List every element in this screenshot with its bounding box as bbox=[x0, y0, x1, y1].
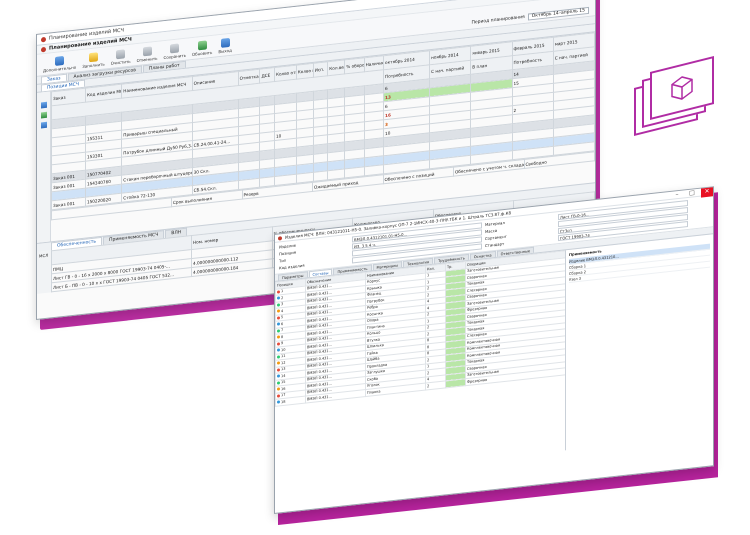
tree-cell-text: 18 bbox=[281, 399, 286, 404]
tree-cell-text: 6 bbox=[281, 321, 284, 326]
tree-cell-text: 9 bbox=[281, 341, 284, 346]
cube-icon bbox=[671, 76, 693, 100]
node-status-icon bbox=[277, 303, 280, 307]
maximize-icon[interactable]: □ bbox=[686, 187, 698, 198]
tree-cell-text: 16 bbox=[281, 386, 286, 391]
cross-icon bbox=[142, 46, 152, 57]
node-status-icon bbox=[277, 394, 280, 398]
tree-cell-text: 8 bbox=[281, 334, 284, 339]
minimize-icon[interactable]: – bbox=[671, 189, 683, 200]
tree-cell-text: 10 bbox=[281, 347, 286, 352]
app-icon bbox=[41, 36, 46, 42]
form-icon bbox=[41, 46, 46, 52]
toolbar-button-save[interactable]: Сохранить bbox=[164, 43, 186, 60]
refresh-icon bbox=[197, 40, 207, 51]
tree-cell-text: 3 bbox=[281, 302, 284, 307]
cube-logo-decoration bbox=[612, 56, 722, 152]
floppy-icon bbox=[170, 43, 180, 54]
node-status-icon bbox=[277, 361, 280, 365]
tree-cell-text: 17 bbox=[281, 393, 286, 398]
grid-side-toolbar bbox=[37, 91, 51, 243]
node-status-icon bbox=[277, 335, 280, 339]
lower-left-label: МСЛ bbox=[37, 250, 51, 294]
check-icon[interactable] bbox=[40, 111, 47, 119]
node-status-icon bbox=[277, 348, 280, 352]
toolbar-button-fill[interactable]: Заполнить bbox=[82, 52, 105, 69]
tree-cell-text: 1 bbox=[281, 289, 284, 294]
node-status-icon bbox=[277, 374, 280, 378]
tree-cell-text: 13 bbox=[281, 367, 286, 372]
toolbar-button-clear[interactable]: Очистить bbox=[111, 49, 131, 66]
tree-cell-text: 15 bbox=[281, 380, 286, 385]
node-status-icon bbox=[277, 329, 280, 333]
node-status-icon bbox=[277, 309, 280, 313]
toolbar-button-exit[interactable]: Выход bbox=[218, 37, 232, 54]
tree-cell-text: 7 bbox=[281, 328, 284, 333]
tree-cell-text: 12 bbox=[281, 360, 286, 365]
applicability-list: Изделие ВМЭЛ.0.431210... Сборка 1 Сборка 2… bbox=[569, 243, 710, 283]
toolbar-button-refresh[interactable]: Обновить bbox=[192, 40, 212, 57]
node-status-icon bbox=[277, 316, 280, 320]
filter-icon[interactable] bbox=[40, 121, 47, 129]
structure-tree: Позиция Обозначение Наименование Кол. Тр… bbox=[275, 250, 566, 482]
node-status-icon bbox=[277, 322, 280, 326]
node-status-icon bbox=[277, 342, 280, 346]
node-status-icon bbox=[277, 355, 280, 359]
toolbar-button-more[interactable]: Дополнительно bbox=[43, 55, 76, 73]
app-icon bbox=[278, 235, 282, 241]
lightning-icon bbox=[88, 52, 98, 63]
item-window: Изделия МСЧ: ВЛН: 043121011-Н5-0. Заливк… bbox=[274, 186, 714, 515]
wrench-icon bbox=[55, 55, 65, 66]
applicability-panel: Применяемость Изделие ВМЭЛ.0.431210... Сб… bbox=[565, 234, 713, 451]
add-row-icon[interactable] bbox=[40, 101, 47, 109]
node-status-icon bbox=[277, 368, 280, 372]
applicability-item-label: Узел 3 bbox=[569, 276, 582, 282]
close-icon[interactable]: ✕ bbox=[701, 186, 713, 198]
tree-cell-text: 14 bbox=[281, 373, 286, 378]
tree-cell-text: 4 bbox=[281, 308, 284, 313]
node-status-icon bbox=[277, 387, 280, 391]
exit-icon bbox=[220, 37, 230, 48]
node-status-icon bbox=[277, 290, 280, 294]
tree-cell-text: 11 bbox=[281, 354, 286, 359]
tree-cell[interactable]: 2 bbox=[425, 380, 446, 390]
eraser-icon bbox=[116, 49, 126, 60]
node-status-icon bbox=[277, 400, 280, 404]
tree-cell-text: 5 bbox=[281, 315, 284, 320]
node-status-icon bbox=[277, 296, 280, 300]
toolbar-button-cancel[interactable]: Отменить bbox=[137, 46, 158, 63]
stage: Планирование изделий МСЧ – □ ✕ Планирова… bbox=[0, 0, 750, 535]
tree-cell-text: 2 bbox=[281, 295, 284, 300]
tree-cell[interactable] bbox=[445, 378, 466, 388]
node-status-icon bbox=[277, 381, 280, 385]
